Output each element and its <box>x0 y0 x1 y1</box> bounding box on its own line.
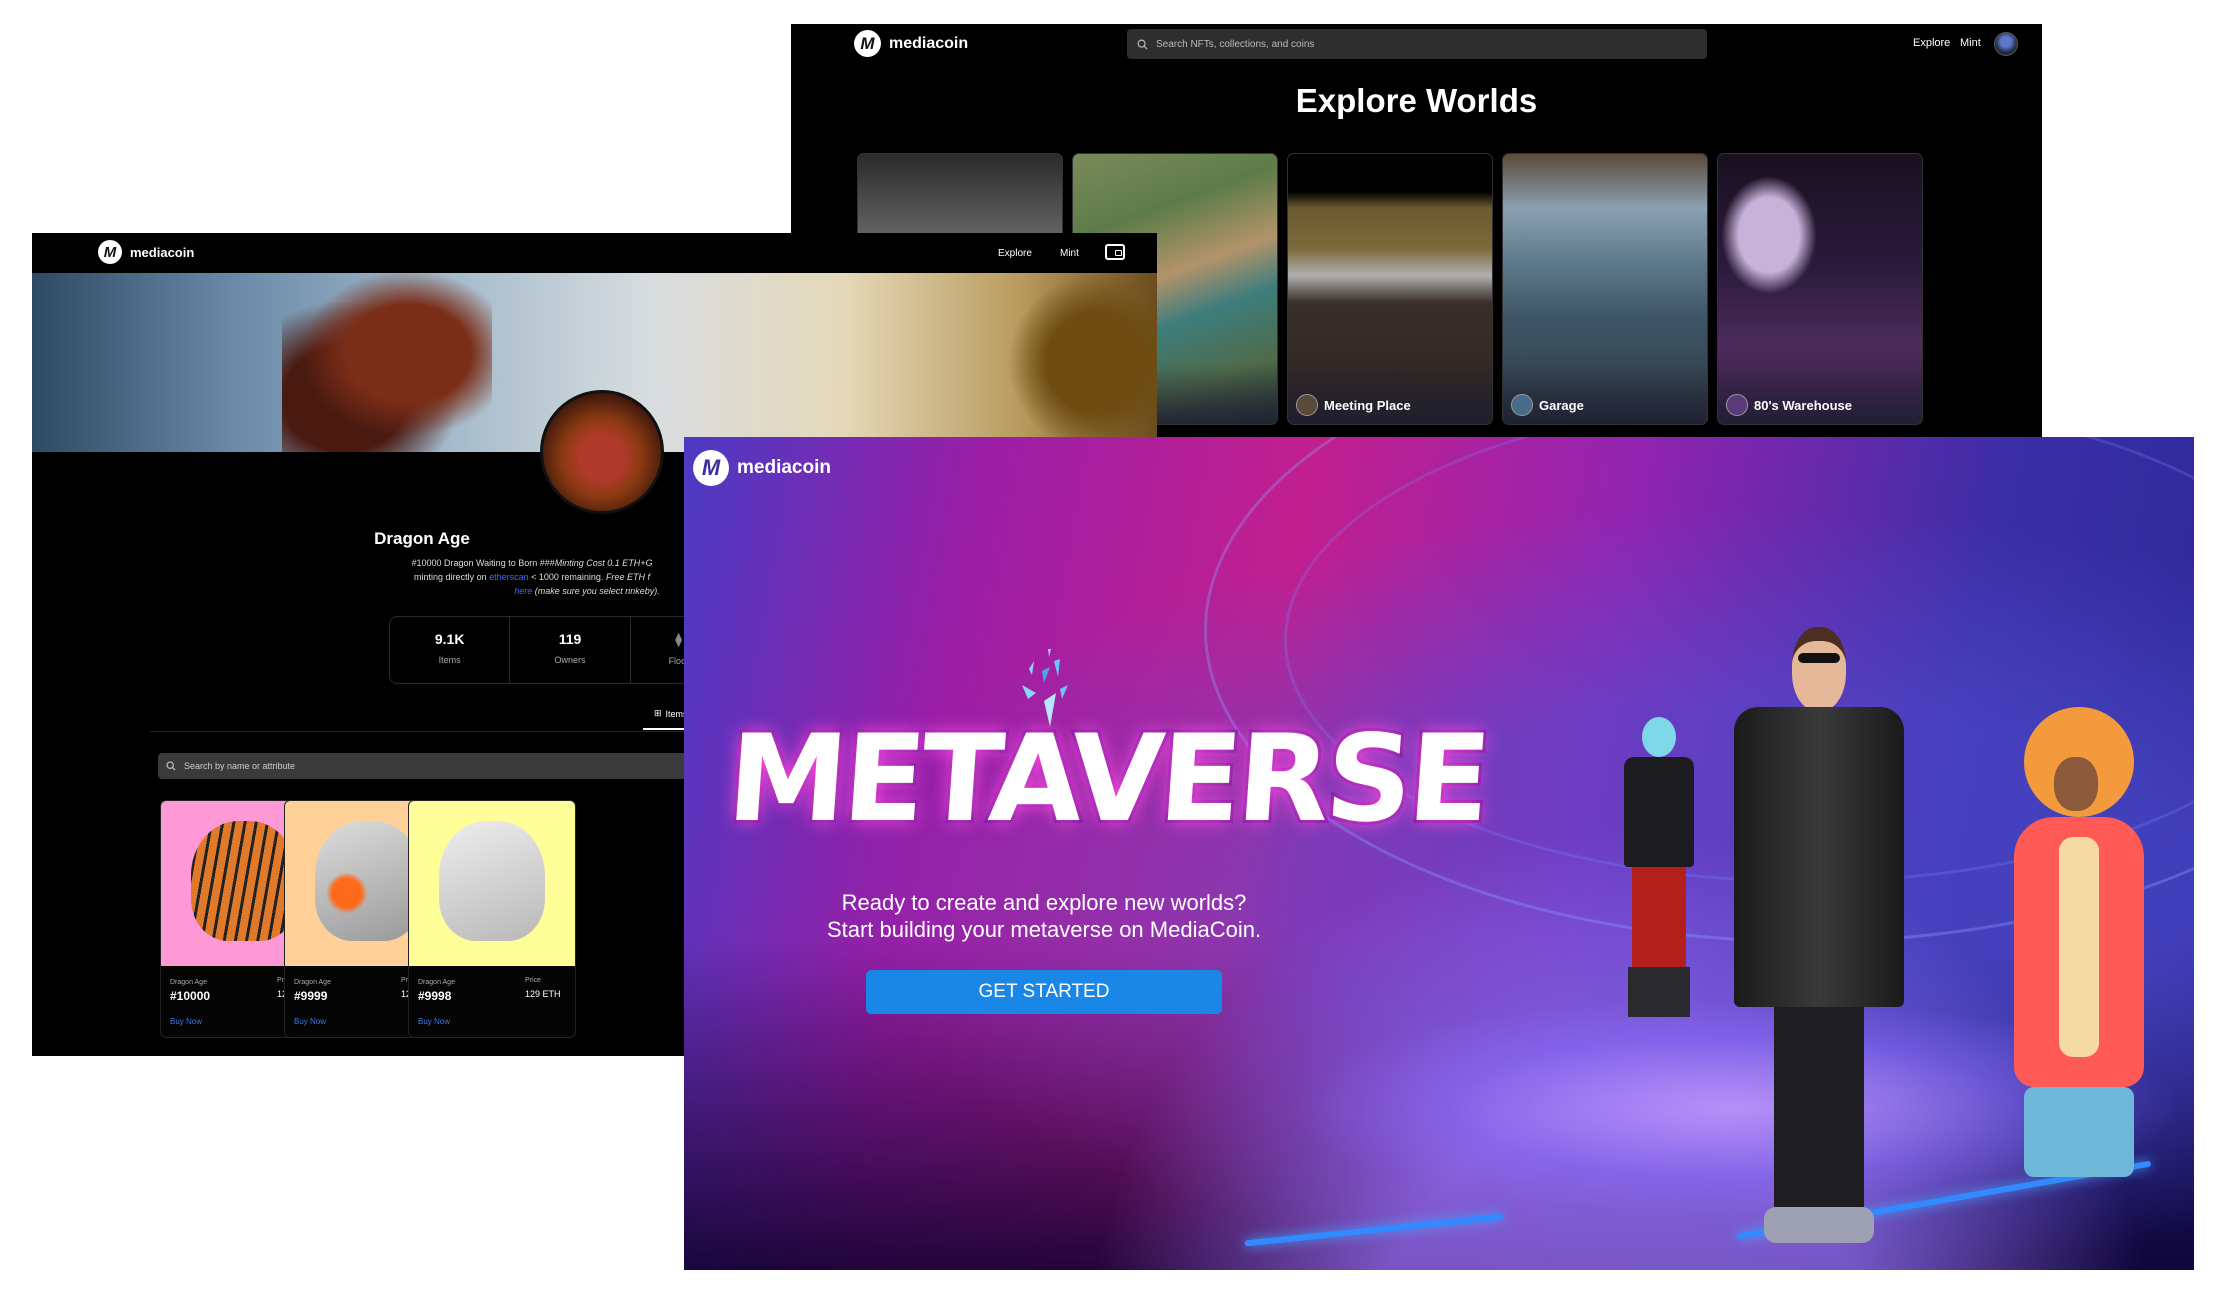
tab-items[interactable]: ⊞ Items <box>654 708 688 719</box>
price-label: Price <box>525 977 541 984</box>
item-search-input[interactable]: Search by name or attribute <box>158 753 718 779</box>
world-label: 80's Warehouse <box>1726 394 1852 416</box>
brand-logo[interactable]: M mediacoin <box>693 450 831 486</box>
nft-creature-art <box>191 821 297 941</box>
stat-owners: 119 Owners <box>510 617 631 683</box>
nav-mint-link[interactable]: Mint <box>1960 37 1981 49</box>
world-card[interactable]: 80's Warehouse <box>1717 153 1923 425</box>
nft-number: #10000 <box>170 989 211 1003</box>
buy-now-link[interactable]: Buy Now <box>294 1017 326 1026</box>
floor-light <box>1244 1213 1504 1247</box>
nft-collection: Dragon Age <box>418 979 455 986</box>
metaverse-headline: METAVERSE <box>720 707 1494 852</box>
desc-text: Free ETH f <box>605 572 650 582</box>
desc-text: (make sure you select rinkeby). <box>532 586 660 596</box>
nft-collection: Dragon Age <box>294 979 331 986</box>
nav-mint-link[interactable]: Mint <box>1060 248 1079 259</box>
world-label: Garage <box>1511 394 1584 416</box>
user-avatar[interactable] <box>1994 32 2018 56</box>
nft-collection: Dragon Age <box>170 979 207 986</box>
world-thumbnail <box>1726 394 1748 416</box>
buy-now-link[interactable]: Buy Now <box>170 1017 202 1026</box>
nft-creature-art <box>439 821 545 941</box>
world-card[interactable]: Garage <box>1502 153 1708 425</box>
search-icon <box>1137 39 1148 50</box>
tagline: Ready to create and explore new worlds? … <box>744 889 1344 943</box>
desc-text: minting directly on <box>414 572 490 582</box>
nav-explore-link[interactable]: Explore <box>998 248 1032 259</box>
brand-logo[interactable]: M mediacoin <box>854 30 968 57</box>
nav-explore-link[interactable]: Explore <box>1913 37 1950 49</box>
wallet-icon[interactable] <box>1105 244 1125 260</box>
page-title: Explore Worlds <box>1295 82 1538 119</box>
stat-items: 9.1K Items <box>390 617 511 683</box>
collection-avatar <box>540 390 664 514</box>
avatar-character-dino-costume <box>2004 707 2154 1187</box>
stat-value: 119 <box>558 631 582 647</box>
nft-image <box>409 801 575 966</box>
avatar-character-blue-hair <box>1614 717 1704 1027</box>
desc-text: #10000 Dragon Waiting to Born ### <box>411 558 555 568</box>
banner-dragon-art <box>1007 273 1157 452</box>
world-name: Meeting Place <box>1324 397 1411 413</box>
collection-tabs: ⊞ Items ↺ Activity <box>150 703 772 732</box>
etherscan-link[interactable]: etherscan <box>489 572 529 582</box>
grid-icon: ⊞ <box>654 708 662 718</box>
tagline-line: Ready to create and explore new worlds? <box>841 890 1247 915</box>
nft-number: #9998 <box>418 989 452 1003</box>
world-thumbnail <box>1296 394 1318 416</box>
search-icon <box>166 761 176 771</box>
tagline-line: Start building your metaverse on MediaCo… <box>826 917 1262 942</box>
eth-icon: ⧫ <box>675 631 683 647</box>
top-nav: M mediacoin Explore Mint <box>32 233 1157 273</box>
stat-label: Owners <box>554 655 586 665</box>
nft-price: 129 ETH <box>525 989 561 999</box>
avatar-character-leather-coat <box>1714 627 1924 1247</box>
stat-label: Items <box>438 655 461 665</box>
mediacoin-logo-icon: M <box>854 30 881 57</box>
get-started-button[interactable]: GET STARTED <box>866 970 1222 1014</box>
desc-text: < 1000 remaining. <box>528 572 606 582</box>
search-placeholder: Search by name or attribute <box>184 761 296 771</box>
world-card[interactable]: Meeting Place <box>1287 153 1493 425</box>
nft-creature-art <box>315 821 421 941</box>
nft-number: #9999 <box>294 989 328 1003</box>
world-label: Meeting Place <box>1296 394 1411 416</box>
brand-name: mediacoin <box>737 457 831 478</box>
banner-dragon-art <box>282 273 492 452</box>
metaverse-landing-screenshot: M mediacoin METAVERSE Ready to create an… <box>684 437 2194 1270</box>
mediacoin-logo-icon: M <box>693 450 729 486</box>
world-thumbnail <box>1511 394 1533 416</box>
nft-card[interactable]: Dragon Age #9998 Price 129 ETH Buy Now <box>408 800 576 1038</box>
faucet-link[interactable]: here <box>514 586 532 596</box>
search-placeholder: Search NFTs, collections, and coins <box>1156 38 1315 50</box>
brand-name: mediacoin <box>889 34 969 52</box>
global-search-input[interactable]: Search NFTs, collections, and coins <box>1127 29 1707 59</box>
brand-logo[interactable]: M mediacoin <box>98 240 194 264</box>
mediacoin-logo-icon: M <box>98 240 122 264</box>
desc-text: Minting Cost 0.1 ETH+G <box>554 558 653 568</box>
stat-value: 9.1K <box>434 631 465 647</box>
brand-name: mediacoin <box>130 244 195 260</box>
buy-now-link[interactable]: Buy Now <box>418 1017 450 1026</box>
world-name: Garage <box>1539 397 1584 413</box>
world-name: 80's Warehouse <box>1754 397 1852 413</box>
faucet-link-text: here <box>514 586 533 596</box>
